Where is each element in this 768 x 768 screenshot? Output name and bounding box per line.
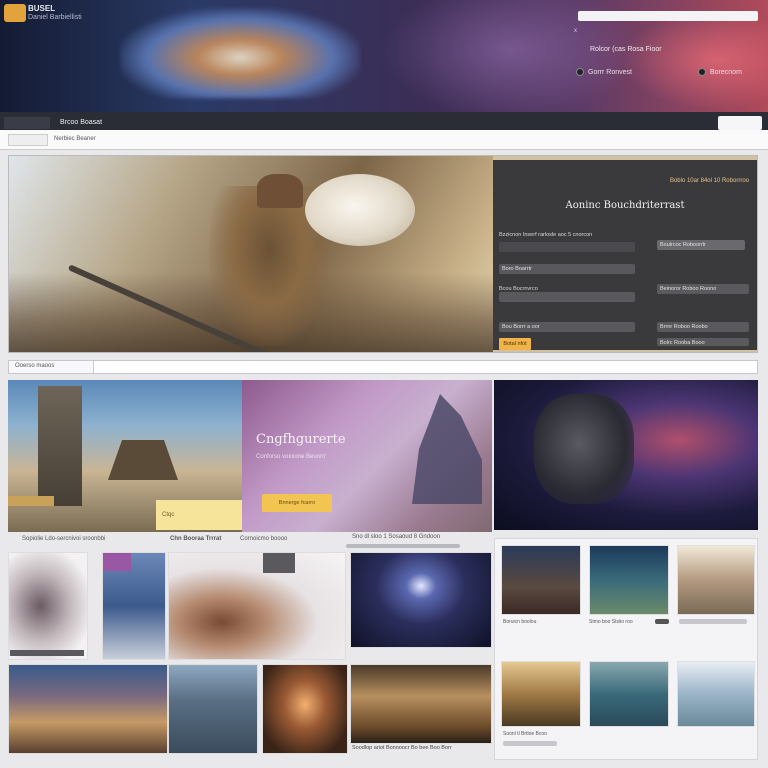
thumbnail[interactable]	[262, 664, 348, 754]
header-title: Rolcor (cas Rosa Fioor	[590, 46, 662, 53]
panel-right-field[interactable]: Beinoror Roboo Roono	[657, 284, 749, 294]
panel-cta-button[interactable]: Botal nfot	[499, 338, 531, 350]
panel-field[interactable]	[499, 242, 635, 252]
featured-caption-3: Sno dl sloo 1 Sosaoud 8 Gndoon	[352, 534, 441, 540]
header-banner: BUSEL Daniel Barbiellisti x Rolcor (cas …	[0, 0, 768, 112]
featured-card-1-button[interactable]: Ctqc	[156, 500, 242, 530]
panel-meta: Boblo 10ar 84ol 10 Roborrroo	[669, 178, 749, 184]
app-window: BUSEL Daniel Barbiellisti x Rolcor (cas …	[0, 0, 768, 768]
banner-art	[120, 8, 360, 98]
related-thumbnail[interactable]	[677, 545, 755, 615]
subnav-label[interactable]: Nerbiec Beaner	[54, 136, 96, 142]
hero-artwork[interactable]	[9, 156, 493, 352]
logo-icon[interactable]	[4, 4, 26, 22]
tab-browse[interactable]: Brcoo Boasat	[56, 117, 106, 129]
card-art-rock	[534, 394, 634, 504]
thumbnail[interactable]	[8, 664, 168, 754]
featured-card-3[interactable]	[494, 380, 758, 530]
header-link-label: Gorrr Ronvest	[588, 68, 632, 76]
featured-card-2-title: Cngfhgurerte	[256, 432, 346, 447]
related-thumbnail[interactable]	[677, 661, 755, 727]
filter-bar: Ooerso maoos	[8, 360, 758, 374]
header-link-2[interactable]: Borecnom	[698, 68, 742, 76]
related-caption: Boruicn boolou	[503, 619, 537, 625]
tab-home[interactable]	[4, 117, 50, 129]
card-art-peak	[412, 394, 482, 504]
featured-card-1[interactable]: Ctqc	[8, 380, 242, 532]
hero-art-head	[257, 174, 303, 208]
thumbnail[interactable]	[168, 664, 258, 754]
related-caption: Stmo boo Stsiio roo	[589, 619, 633, 625]
featured-caption-2: Chn Booraa Trrrat	[170, 536, 222, 542]
user-icon	[576, 68, 584, 76]
featured-card-2-subtitle: Conforso voxxone Beunrrr	[256, 454, 327, 460]
card-art-tower	[38, 386, 82, 506]
card-art-ship	[108, 440, 178, 480]
panel-right-field[interactable]: Brrnr Roboo Roobo	[657, 322, 749, 332]
thumbnail[interactable]	[350, 664, 492, 744]
thumbnail-caption: Soodlop ariot Bonooocr Bo bee Boo Borr	[352, 745, 452, 751]
related-caption: Soonl tl Brtloe Bcoo	[503, 731, 547, 737]
featured-caption-1: Sopiolie Ldo-sercnivoi sroonbbi	[22, 536, 106, 542]
subnav-bar: Nerbiec Beaner	[0, 130, 768, 150]
related-caption-bar	[655, 619, 669, 624]
related-caption-bar	[503, 741, 557, 746]
thumbnail[interactable]	[102, 552, 166, 660]
header-link-label: Borecnom	[710, 68, 742, 76]
related-thumbnail[interactable]	[589, 545, 669, 615]
header-close[interactable]: x	[574, 28, 577, 34]
filter-label: Ooerso maoos	[15, 363, 55, 369]
related-caption-bar	[679, 619, 747, 624]
panel-right-field[interactable]: Boulrcoc Roboorrlr	[657, 240, 745, 250]
thumbnail-label-bar	[10, 650, 84, 656]
panel-field[interactable]: Boro Boarrtr	[499, 264, 635, 274]
card-art-dune	[8, 496, 54, 506]
related-thumbnail[interactable]	[589, 661, 669, 727]
header-link-1[interactable]: Gorrr Ronvest	[576, 68, 632, 76]
panel-field-label: Bzzicnon Inserf rarlosle aoc 5 cnorcon	[499, 232, 593, 238]
settings-icon	[698, 68, 706, 76]
thumbnail[interactable]	[168, 552, 346, 660]
navbar-right-button[interactable]	[718, 116, 762, 130]
filter-input[interactable]	[93, 361, 757, 373]
header-search-input[interactable]	[578, 11, 758, 21]
brand-name: BUSEL	[28, 4, 56, 13]
related-panel: Boruicn boolou Stmo boo Stsiio roo Soonl…	[494, 538, 758, 760]
thumbnail-tag	[103, 553, 131, 571]
panel-right-field[interactable]: Bolrc Rooba Booo	[657, 338, 749, 346]
panel-field[interactable]	[499, 292, 635, 302]
subnav-tab[interactable]	[8, 134, 48, 146]
hero-info-panel: Boblo 10ar 84ol 10 Roborrroo Aoninc Bouc…	[493, 160, 757, 350]
panel-field[interactable]: Bou Borrr a oor	[499, 322, 635, 332]
thumbnail[interactable]	[350, 552, 492, 648]
hero-art-sack	[305, 174, 415, 246]
brand-subtitle: Daniel Barbiellisti	[28, 14, 82, 21]
related-thumbnail[interactable]	[501, 545, 581, 615]
thumbnail-badge	[263, 553, 295, 573]
thumbnail[interactable]	[8, 552, 88, 660]
featured-card-2[interactable]: Cngfhgurerte Conforso voxxone Beunrrr Bn…	[242, 380, 492, 532]
banner-art-glow-pink	[620, 10, 768, 110]
featured-caption-2b: Cornoicmo boooo	[240, 536, 288, 542]
featured-card-2-button[interactable]: Bnnerge fcarro	[262, 494, 332, 512]
caption-divider	[346, 544, 460, 548]
related-thumbnail[interactable]	[501, 661, 581, 727]
panel-title: Aoninc Bouchdriterrast	[565, 200, 685, 211]
hero-section: Boblo 10ar 84ol 10 Roborrroo Aoninc Bouc…	[8, 155, 758, 353]
